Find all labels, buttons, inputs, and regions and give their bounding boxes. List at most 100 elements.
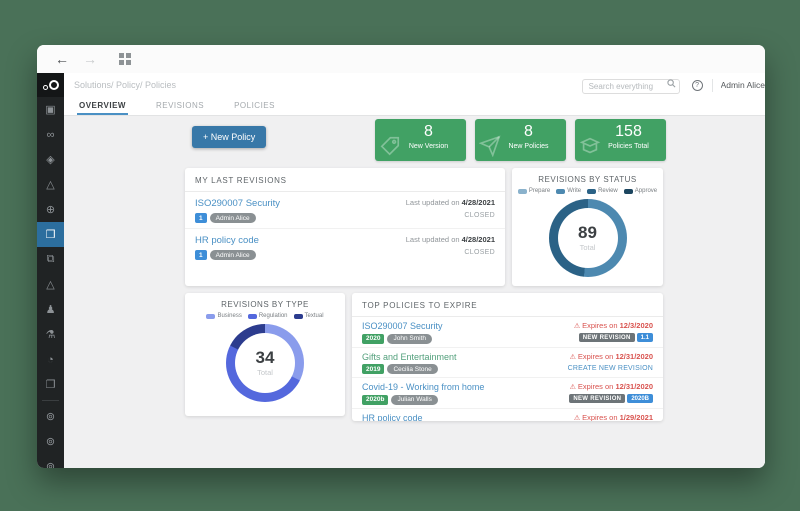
forward-icon[interactable]: → [83, 52, 97, 66]
warning-icon: ⚠ [570, 354, 576, 361]
dashboard-content: + New Policy 8 New Version 8 New Policie… [64, 116, 765, 468]
sidebar-divider [42, 400, 59, 401]
policy-link[interactable]: Covid-19 - Working from home [362, 382, 484, 392]
status-label: CLOSED [406, 212, 495, 219]
search-box [582, 76, 680, 94]
new-revision-badge[interactable]: NEW REVISION [579, 333, 635, 342]
back-icon[interactable]: ← [55, 52, 69, 66]
owner-badge: Admin Alice [210, 250, 256, 260]
top-policies-card: TOP POLICIES TO EXPIRE ISO290007 Securit… [352, 293, 663, 421]
flask-icon[interactable]: ⚗ [37, 322, 64, 347]
donut-total: 89 [578, 224, 597, 241]
donut-total-label: Total [580, 243, 596, 252]
sidebar-icons: ▣∞◈△⊕❒⧉△♟⚗◔❐⊚⊚⊚⊚ [37, 97, 64, 468]
settings-icon-2[interactable]: ⊚ [37, 429, 64, 454]
stat-card-policies-total[interactable]: 158 Policies Total [575, 119, 666, 161]
policy-link[interactable]: HR policy code [362, 413, 438, 422]
create-new-revision-link[interactable]: CREATE NEW REVISION [568, 365, 653, 372]
version-badge: 1 [195, 213, 207, 223]
new-policy-button[interactable]: + New Policy [192, 126, 266, 148]
help-icon[interactable]: ? [692, 80, 703, 91]
version-badge: 1 [195, 250, 207, 260]
tabs-bar: OVERVIEW REVISIONS POLICIES [64, 97, 765, 116]
globe-icon[interactable]: ⊕ [37, 197, 64, 222]
my-last-revisions-card: MY LAST REVISIONS ISO290007 Security 1 A… [185, 168, 505, 286]
expires-label: ⚠Expires on 12/31/2020 [569, 382, 653, 391]
legend-label: Write [567, 188, 581, 194]
legend-label: Textual [305, 313, 324, 319]
updated-label: Last updated on 4/28/2021 [406, 235, 495, 244]
chart-icon[interactable]: ◔ [37, 347, 64, 372]
stat-card-new-version[interactable]: 8 New Version [375, 119, 466, 161]
logo-large-circle [49, 80, 59, 90]
warning-icon: ⚠ [570, 384, 576, 391]
infinity-link-icon[interactable]: ∞ [37, 122, 64, 147]
warning-triangle-icon[interactable]: △ [37, 272, 64, 297]
tag-badge: 2020 [362, 334, 384, 344]
expire-row: HR policy code 1.1 Peter Simmons ⚠Expire… [352, 409, 663, 422]
status-donut-chart[interactable]: 89 Total [549, 199, 627, 277]
policy-link[interactable]: ISO290007 Security [195, 198, 280, 209]
legend-label: Prepare [529, 188, 550, 194]
settings-icon-1[interactable]: ⊚ [37, 404, 64, 429]
paper-plane-icon [479, 135, 501, 157]
donut-total-label: Total [257, 368, 273, 377]
apps-grid-icon[interactable] [119, 53, 131, 65]
policies-box-icon[interactable]: ❒ [37, 222, 64, 247]
tag-badge: 2020b [362, 395, 388, 405]
tag-icon [379, 135, 401, 157]
legend-swatch [518, 189, 527, 194]
top-bar: Solutions/ Policy/ Policies ? Admin Alic… [64, 73, 765, 97]
policy-link[interactable]: ISO290007 Security [362, 321, 443, 331]
legend-swatch [294, 314, 303, 319]
type-legend: Business Regulation Textual [185, 313, 345, 319]
type-donut-chart[interactable]: 34 Total [226, 324, 304, 402]
legend-swatch [248, 314, 257, 319]
revision-row: HR policy code 1 Admin Alice Last update… [185, 229, 505, 265]
tag-badge: 2019 [362, 364, 384, 374]
expire-row: Covid-19 - Working from home 2020b Julia… [352, 378, 663, 409]
status-label: CLOSED [406, 249, 495, 256]
chart-title: REVISIONS BY STATUS [512, 168, 663, 184]
owner-badge: Admin Alice [210, 213, 256, 223]
breadcrumb: Solutions/ Policy/ Policies [74, 80, 582, 90]
legend-swatch [556, 189, 565, 194]
person-icon[interactable]: ♟ [37, 297, 64, 322]
donut-total: 34 [256, 349, 275, 366]
legend-swatch [624, 189, 633, 194]
search-icon[interactable] [667, 79, 676, 88]
warning-icon: ⚠ [574, 415, 580, 422]
app-logo[interactable] [37, 73, 64, 97]
user-label[interactable]: Admin Alice [721, 80, 765, 90]
legend-label: Approve [635, 188, 657, 194]
expire-row: Gifts and Entertainment 2019 Cecilia Sto… [352, 348, 663, 379]
document-icon[interactable]: ❐ [37, 372, 64, 397]
expires-label: ⚠Expires on 12/3/2020 [574, 321, 653, 330]
card-title: MY LAST REVISIONS [185, 168, 505, 192]
browser-chrome-bar: ← → [37, 45, 765, 73]
tab-policies[interactable]: POLICIES [232, 101, 277, 115]
inbox-icon[interactable]: ▣ [37, 97, 64, 122]
revisions-by-status-card: REVISIONS BY STATUS Prepare Write Review… [512, 168, 663, 286]
box-alt-icon[interactable]: ⧉ [37, 247, 64, 272]
card-title: TOP POLICIES TO EXPIRE [352, 293, 663, 317]
risk-triangle-icon[interactable]: △ [37, 172, 64, 197]
tab-revisions[interactable]: REVISIONS [154, 101, 206, 115]
legend-label: Review [598, 188, 618, 194]
settings-icon-3[interactable]: ⊚ [37, 454, 64, 468]
desktop-background: ← → ▣∞◈△⊕❒⧉△♟⚗◔❐⊚⊚⊚⊚ › Solutions/ Policy… [0, 0, 800, 511]
topbar-divider [712, 79, 713, 92]
expire-row: ISO290007 Security 2020 John Smith ⚠Expi… [352, 317, 663, 348]
new-revision-badge[interactable]: NEW REVISION [569, 394, 625, 403]
policy-link[interactable]: HR policy code [195, 235, 259, 246]
policy-link[interactable]: Gifts and Entertainment [362, 352, 457, 362]
tab-overview[interactable]: OVERVIEW [77, 101, 128, 115]
stat-card-new-policies[interactable]: 8 New Policies [475, 119, 566, 161]
search-input[interactable] [582, 79, 680, 94]
legend-swatch [206, 314, 215, 319]
revision-row: ISO290007 Security 1 Admin Alice Last up… [185, 192, 505, 229]
stack-icon [579, 135, 601, 157]
diamond-icon[interactable]: ◈ [37, 147, 64, 172]
owner-badge: Cecilia Stone [387, 364, 437, 374]
app-window: ← → ▣∞◈△⊕❒⧉△♟⚗◔❐⊚⊚⊚⊚ › Solutions/ Policy… [37, 45, 765, 468]
